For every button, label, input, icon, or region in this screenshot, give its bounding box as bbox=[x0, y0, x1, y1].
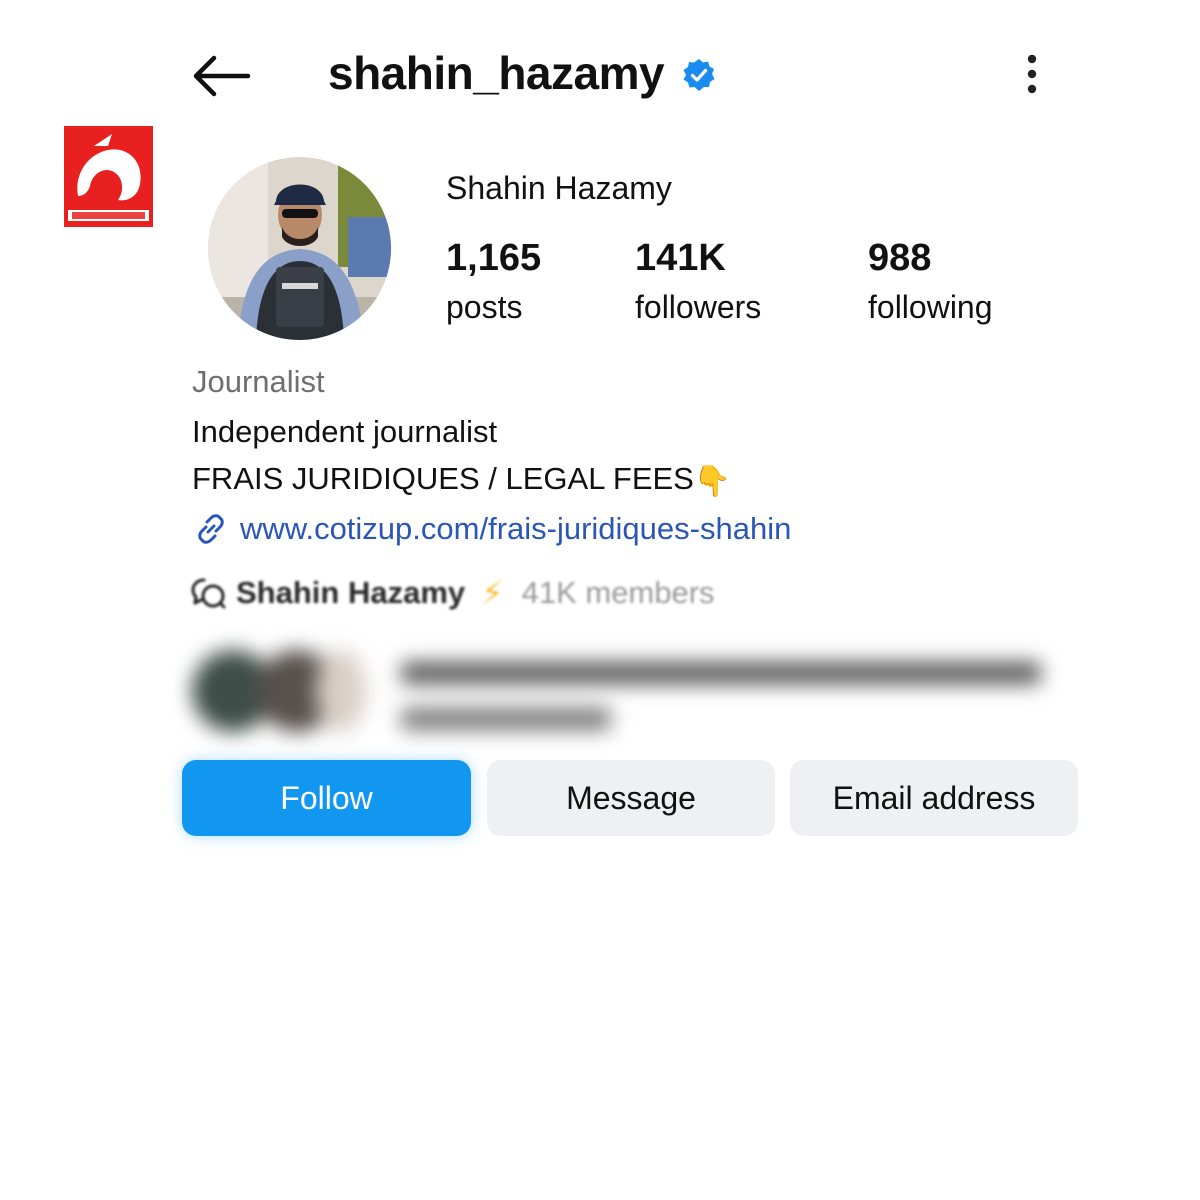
followers-count-value: 141K bbox=[635, 237, 726, 279]
following-count[interactable]: 988 following bbox=[868, 236, 993, 328]
profile-photo-image bbox=[208, 157, 391, 340]
posts-count-value: 1,165 bbox=[446, 237, 542, 279]
channel-member-count: 41K members bbox=[521, 575, 715, 610]
profile-display-name: Shahin Hazamy bbox=[446, 170, 672, 206]
bio-line-1: Independent journalist bbox=[192, 414, 498, 449]
posts-count-label: posts bbox=[446, 289, 523, 325]
profile-avatar[interactable] bbox=[208, 157, 391, 340]
followers-count[interactable]: 141K followers bbox=[635, 236, 761, 328]
posts-count[interactable]: 1,165 posts bbox=[446, 236, 541, 328]
bio-line-2-text: FRAIS JURIDIQUES / LEGAL FEES bbox=[192, 461, 694, 496]
followed-by-row-blurred[interactable] bbox=[186, 640, 1066, 740]
followers-count-label: followers bbox=[635, 289, 762, 325]
follow-button[interactable]: Follow bbox=[182, 760, 471, 836]
kebab-menu-icon bbox=[1027, 54, 1037, 94]
channel-chat-icon bbox=[191, 578, 226, 609]
bio-line-2: FRAIS JURIDIQUES / LEGAL FEES👇 bbox=[192, 455, 791, 505]
lightning-bolt-icon: ⚡ bbox=[481, 574, 504, 612]
link-icon bbox=[198, 513, 224, 544]
arrow-left-icon bbox=[193, 55, 251, 97]
back-button[interactable] bbox=[190, 52, 252, 100]
profile-bio: Journalist Independent journalist FRAIS … bbox=[192, 362, 791, 552]
followed-by-text-redacted bbox=[401, 652, 1041, 730]
profile-category: Journalist bbox=[192, 364, 325, 399]
channel-name: Shahin Hazamy bbox=[236, 575, 466, 610]
message-button[interactable]: Message bbox=[487, 760, 775, 836]
verified-badge-icon bbox=[683, 59, 715, 91]
mutual-follower-avatar bbox=[316, 650, 366, 732]
broadcast-channel-row[interactable]: Shahin Hazamy ⚡ 41K members bbox=[190, 574, 715, 612]
following-count-label: following bbox=[868, 289, 993, 325]
profile-username-header: shahin_hazamy bbox=[328, 46, 716, 100]
following-count-value: 988 bbox=[868, 237, 932, 279]
pointing-down-emoji: 👇 bbox=[693, 464, 732, 499]
username-text: shahin_hazamy bbox=[328, 47, 665, 99]
channel-logo bbox=[64, 126, 153, 227]
email-address-button[interactable]: Email address bbox=[790, 760, 1078, 836]
instagram-profile-screen: shahin_hazamy Shahin Hazamy 1,165 posts … bbox=[0, 0, 1200, 1200]
more-options-button[interactable] bbox=[1012, 52, 1052, 96]
bio-link-text: www.cotizup.com/frais-juridiques-shahin bbox=[240, 511, 792, 546]
bio-link[interactable]: www.cotizup.com/frais-juridiques-shahin bbox=[192, 505, 791, 552]
